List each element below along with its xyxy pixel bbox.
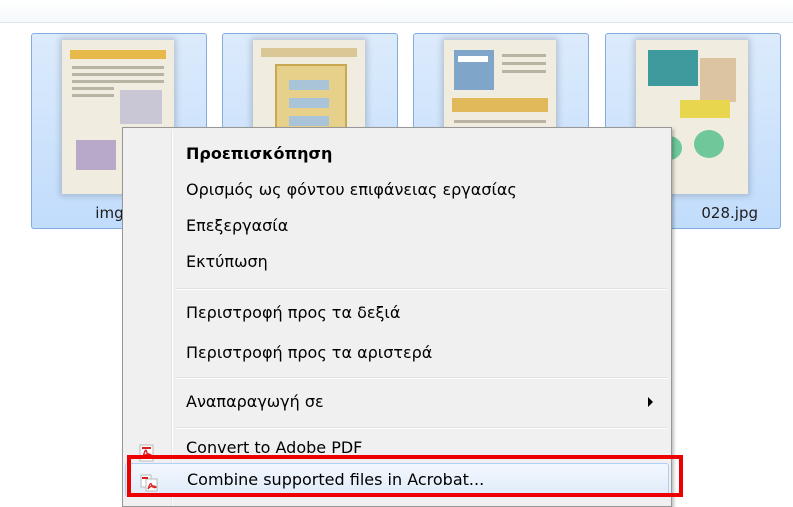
menu-item-preview[interactable]: Προεπισκόπηση (125, 136, 669, 172)
menu-item-label: Ορισμός ως φόντου επιφάνειας εργασίας (186, 180, 517, 199)
menu-item-label: Περιστροφή προς τα αριστερά (186, 343, 433, 362)
menu-item-label: Προεπισκόπηση (186, 144, 333, 163)
menu-item-print[interactable]: Εκτύπωση (125, 244, 669, 280)
menu-item-label: Περιστροφή προς τα δεξιά (186, 303, 401, 322)
submenu-arrow-icon (648, 397, 653, 407)
highlight-annotation-box (127, 455, 683, 497)
explorer-toolbar-strip (0, 0, 793, 23)
menu-separator (175, 427, 667, 429)
menu-item-set-as-desktop-background[interactable]: Ορισμός ως φόντου επιφάνειας εργασίας (125, 172, 669, 208)
menu-separator (175, 377, 667, 379)
menu-item-label: Αναπαραγωγή σε (186, 392, 324, 411)
menu-item-play-to[interactable]: Αναπαραγωγή σε (125, 384, 669, 420)
menu-item-rotate-right[interactable]: Περιστροφή προς τα δεξιά (125, 295, 669, 331)
menu-item-label: Εκτύπωση (186, 252, 268, 271)
menu-separator (175, 288, 667, 290)
menu-item-rotate-left[interactable]: Περιστροφή προς τα αριστερά (125, 335, 669, 371)
menu-item-label: Επεξεργασία (186, 216, 289, 235)
context-menu: Προεπισκόπηση Ορισμός ως φόντου επιφάνει… (122, 127, 672, 507)
menu-item-edit[interactable]: Επεξεργασία (125, 208, 669, 244)
